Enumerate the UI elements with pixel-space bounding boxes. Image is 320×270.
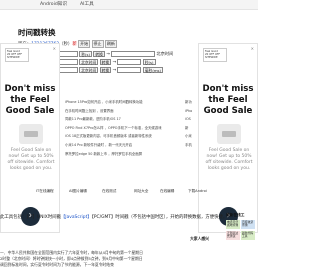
list-item[interactable]: 摩托罗拉edge 50 新款上市 ，摩托罗拉手机全面屏	[65, 150, 193, 159]
top-nav-bar: Android知识 AI工具	[0, 0, 258, 10]
arrow-icon: →	[106, 51, 110, 56]
ad-logo: Feel Good 20 OFF OFF SITEWIDE	[5, 48, 29, 62]
list-item[interactable]: 新功	[185, 98, 192, 107]
description-prefix: 此工具包括：【IT】UNIX时间戳	[0, 215, 61, 220]
arrow-icon: →	[112, 59, 117, 64]
arrow-icon: →	[112, 67, 117, 72]
page-title: 时间戳转换	[18, 28, 56, 37]
list-item[interactable]: 同款11 Pro最新款，进阶手机iOS 17	[65, 115, 193, 124]
list-item[interactable]: OPPO Find X7Pro怎么样 ，OPPO手机下一个标准，全天候游戏	[65, 124, 193, 133]
timezone-label: 北京时间	[156, 51, 174, 56]
result-output[interactable]	[117, 67, 142, 73]
ad-headline: Don't miss the Feel Good Sale	[4, 84, 56, 116]
ad-right[interactable]: Feel Good 20 OFF OFF SITEWIDE ✕ Don't mi…	[198, 43, 258, 233]
paragraph-line: 调回到标准时间，实行夏令时时间为了节约能源，下一年夏令时结束	[0, 262, 114, 268]
description-link[interactable]: 【JavaScript】	[61, 215, 92, 220]
list-item[interactable]: 小米	[185, 132, 192, 141]
result-output[interactable]	[117, 59, 142, 65]
tool-card[interactable]: 颜色代码工具	[241, 231, 255, 240]
timezone-select[interactable]: 北京时间	[79, 67, 99, 73]
article-paragraph: 一、中华人民共和国在全国范围内实行了六年夏令时，每年从4月中旬的第一个星期日 2…	[0, 250, 204, 269]
list-item[interactable]: iPhone 15Pro如何开启 ，小米手机时间戳转换功能	[65, 98, 193, 107]
tab-it-coding[interactable]: IT在线编程	[36, 189, 54, 194]
article-list-right: 新功 iPho iOS 新 小米 手机	[185, 98, 192, 150]
new-badge: 新	[72, 42, 77, 47]
nav-link-android[interactable]: Android知识	[40, 1, 67, 7]
unit-select[interactable]: 毫秒(ms)	[142, 67, 163, 73]
tab-site-directory[interactable]: 网址大全	[134, 189, 148, 194]
description-rest: 【PC/GMT】时间戳（不包括中国时区），开始的转换数据，方便快捷。	[91, 215, 228, 220]
rail-heading: 最新在线工	[226, 213, 245, 217]
unit-select[interactable]: 秒(s)	[142, 59, 156, 65]
ad-logo: Feel Good 20 OFF OFF SITEWIDE	[203, 48, 227, 62]
timezone-select[interactable]: 北京时间	[79, 59, 99, 65]
tool-card[interactable]: 电话号归属地查询	[226, 220, 240, 229]
list-item[interactable]: 小米14 Pro 新软件升级时 ，新一代天元开启	[65, 141, 193, 150]
nav-link-ai-tools[interactable]: AI工具	[80, 1, 94, 7]
tool-card[interactable]: 百度收录查询	[241, 220, 255, 229]
unit-select[interactable]: 秒(s)	[79, 51, 93, 57]
article-list: iPhone 15Pro如何开启 ，小米手机时间戳转换功能 在手机时间戳上找到 …	[65, 98, 193, 158]
stop-button[interactable]: 停止	[91, 40, 104, 48]
convert-button[interactable]: 转换	[99, 59, 112, 65]
latest-tools-rail: 最新在线工 电话号归属地查询 百度收录查询 正则表达式测试 颜色代码工具	[226, 213, 258, 242]
convert-button[interactable]: 转换	[93, 51, 105, 57]
refresh-button[interactable]: 刷新	[104, 40, 117, 48]
tab-ai-image[interactable]: AI图片编辑	[69, 189, 87, 194]
category-tabs: IT在线编程 AI图片编辑 在线测试 网址大全 在线编辑 下载Androi	[36, 188, 222, 196]
list-item[interactable]: 在手机时间戳上找到 ，设置界面	[65, 107, 193, 116]
tab-online-editor[interactable]: 在线编辑	[160, 189, 174, 194]
list-item[interactable]: 新	[185, 124, 192, 133]
ad-body: Feel Good Sale on now! Get up to 50% off…	[7, 148, 55, 171]
convert-button[interactable]: 转换	[99, 67, 112, 73]
interest-heading: 大家人感兴	[190, 236, 209, 241]
list-item[interactable]: iOS	[185, 115, 192, 124]
tool-card[interactable]: 正则表达式测试	[226, 231, 240, 240]
start-button[interactable]: 开始	[78, 40, 91, 48]
tool-description: 此工具包括：【IT】UNIX时间戳【JavaScript】【PC/GMT】时间戳…	[0, 214, 227, 220]
list-item[interactable]: iPho	[185, 107, 192, 116]
ad-image	[19, 124, 43, 144]
ad-headline: Don't miss the Feel Good Sale	[202, 84, 254, 116]
list-item[interactable]: 手机	[185, 141, 192, 150]
ad-image	[217, 124, 241, 144]
ad-body: Feel Good Sale on now! Get up to 50% off…	[205, 148, 253, 171]
close-icon[interactable]: ✕	[251, 46, 254, 51]
close-icon[interactable]: ✕	[53, 46, 56, 51]
list-item[interactable]: iOS 18正式版更新内容，可手机音频版本 或者新特性系统	[65, 132, 193, 141]
tab-android-download[interactable]: 下载Androi	[188, 189, 207, 194]
timestamp-unit: （秒）	[59, 42, 73, 47]
ad-left[interactable]: Feel Good 20 OFF OFF SITEWIDE ✕ Don't mi…	[0, 43, 60, 233]
tab-online-test[interactable]: 在线测试	[102, 189, 116, 194]
result-output[interactable]	[111, 51, 156, 57]
